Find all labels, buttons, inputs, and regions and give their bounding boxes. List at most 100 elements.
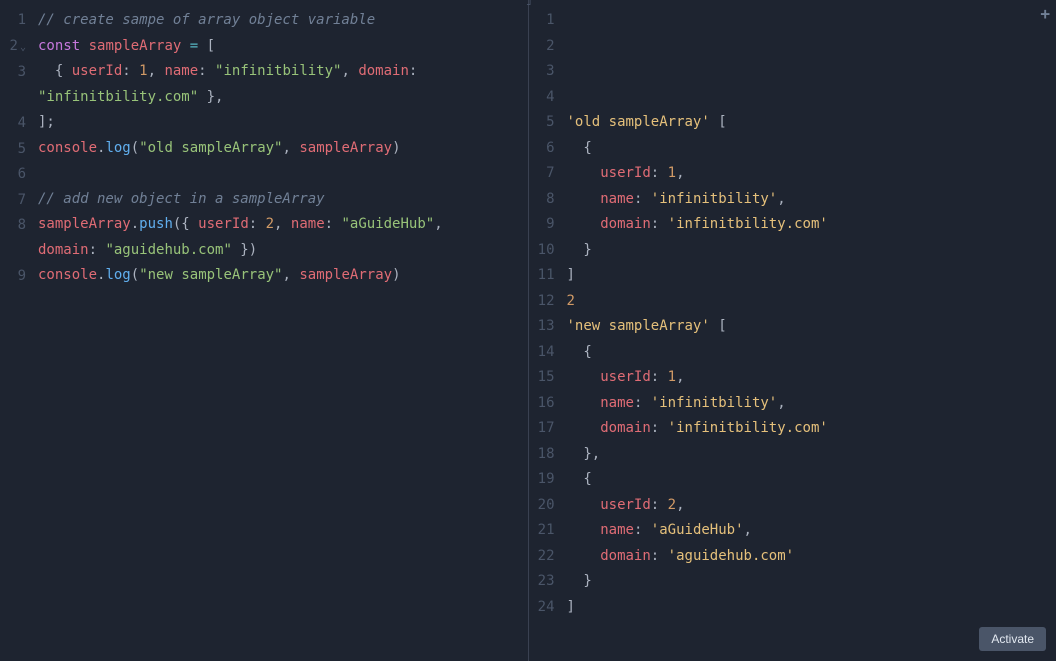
token-string-alt: 'infinitbility' [651,191,777,207]
token-punctuation: , [341,63,358,79]
code-line: domain: 'aguidehub.com' [567,544,1051,570]
line-number: 5 [0,137,26,163]
code-line: // add new object in a sampleArray [38,187,522,213]
activate-button[interactable]: Activate [979,627,1046,651]
line-number: 1 [0,8,26,34]
token-plain [567,395,601,411]
token-property: name [600,191,634,207]
token-number: 2 [266,216,274,232]
add-button[interactable]: + [1040,4,1050,23]
token-plain: ] [567,267,575,283]
token-plain: : [651,216,668,232]
code-line: sampleArray.push({ userId: 2, name: "aGu… [38,212,522,238]
token-identifier: sampleArray [299,267,392,283]
token-string: "old sampleArray" [139,140,282,156]
code-line: // create sampe of array object variable [38,8,522,34]
code-line: "infinitbility.com" }, [38,85,522,111]
token-punctuation: : [122,63,139,79]
token-plain: { [567,471,592,487]
token-method: log [105,267,130,283]
token-plain: , [676,165,684,181]
token-plain: { [567,140,592,156]
code-line: ]; [38,110,522,136]
token-method: log [105,140,130,156]
token-property: name [164,63,198,79]
token-punctuation: : [198,63,215,79]
code-line: ] [567,263,1051,289]
line-number: 23 [529,569,555,595]
token-operator: = [190,38,198,54]
line-number [0,86,26,112]
token-punctuation: , [282,267,299,283]
output-area-right[interactable]: 'old sampleArray' [ { userId: 1, name: '… [561,0,1056,661]
token-plain: , [744,522,752,538]
token-number: 1 [668,369,676,385]
token-keyword: const [38,38,80,54]
line-number: 4 [0,111,26,137]
code-line: userId: 2, [567,493,1051,519]
code-line: 'new sampleArray' [ [567,314,1051,340]
token-string-alt: 'infinitbility' [651,395,777,411]
line-number: 6 [529,136,555,162]
code-line [567,59,1051,85]
token-plain: : [651,420,668,436]
token-property: domain [358,63,409,79]
token-plain: }, [567,446,601,462]
token-identifier: sampleArray [89,38,182,54]
line-number: 4 [529,85,555,111]
token-plain: , [676,497,684,513]
token-string-alt: 'aGuideHub' [651,522,744,538]
line-number: 12 [529,289,555,315]
line-number: 13 [529,314,555,340]
line-number: 3 [529,59,555,85]
token-plain: } [567,242,592,258]
fold-icon[interactable]: ⌄ [20,42,26,53]
line-number: 5 [529,110,555,136]
token-property: domain [600,548,651,564]
code-line: }, [567,442,1051,468]
token-plain: : [651,165,668,181]
line-number: 21 [529,518,555,544]
token-number: 2 [567,293,575,309]
token-punctuation: , [148,63,165,79]
token-string-alt: 'infinitbility.com' [668,216,828,232]
code-line: 'old sampleArray' [ [567,110,1051,136]
code-line: userId: 1, [567,365,1051,391]
line-number: 8 [529,187,555,213]
line-number: 17 [529,416,555,442]
code-line: { [567,136,1051,162]
editor-pane-left: 12⌄3 45678 9 // create sampe of array ob… [0,0,529,661]
token-punctuation: : [409,63,426,79]
line-number: 20 [529,493,555,519]
code-line: { [567,467,1051,493]
token-punctuation: }) [232,242,257,258]
token-plain: [ [710,318,727,334]
code-line: console.log("new sampleArray", sampleArr… [38,263,522,289]
token-plain [567,522,601,538]
token-plain: : [634,191,651,207]
code-area-left[interactable]: // create sampe of array object variable… [32,0,528,661]
token-plain: : [651,497,668,513]
token-plain [567,191,601,207]
token-method: push [139,216,173,232]
token-punctuation: , [434,216,451,232]
token-plain: , [777,395,785,411]
token-plain [567,548,601,564]
token-property: domain [38,242,89,258]
token-punctuation: , [282,140,299,156]
line-number: 14 [529,340,555,366]
line-number: 22 [529,544,555,570]
token-punctuation: : [89,242,106,258]
token-plain: , [777,191,785,207]
token-property: name [291,216,325,232]
token-plain [80,38,88,54]
token-punctuation: ) [392,267,400,283]
code-line: { [567,340,1051,366]
token-punctuation: { [38,63,72,79]
token-number: 2 [668,497,676,513]
line-number: 8 [0,213,26,239]
token-string-alt: 'new sampleArray' [567,318,710,334]
code-line [38,161,522,187]
token-string-alt: 'aguidehub.com' [668,548,794,564]
token-property: domain [600,420,651,436]
